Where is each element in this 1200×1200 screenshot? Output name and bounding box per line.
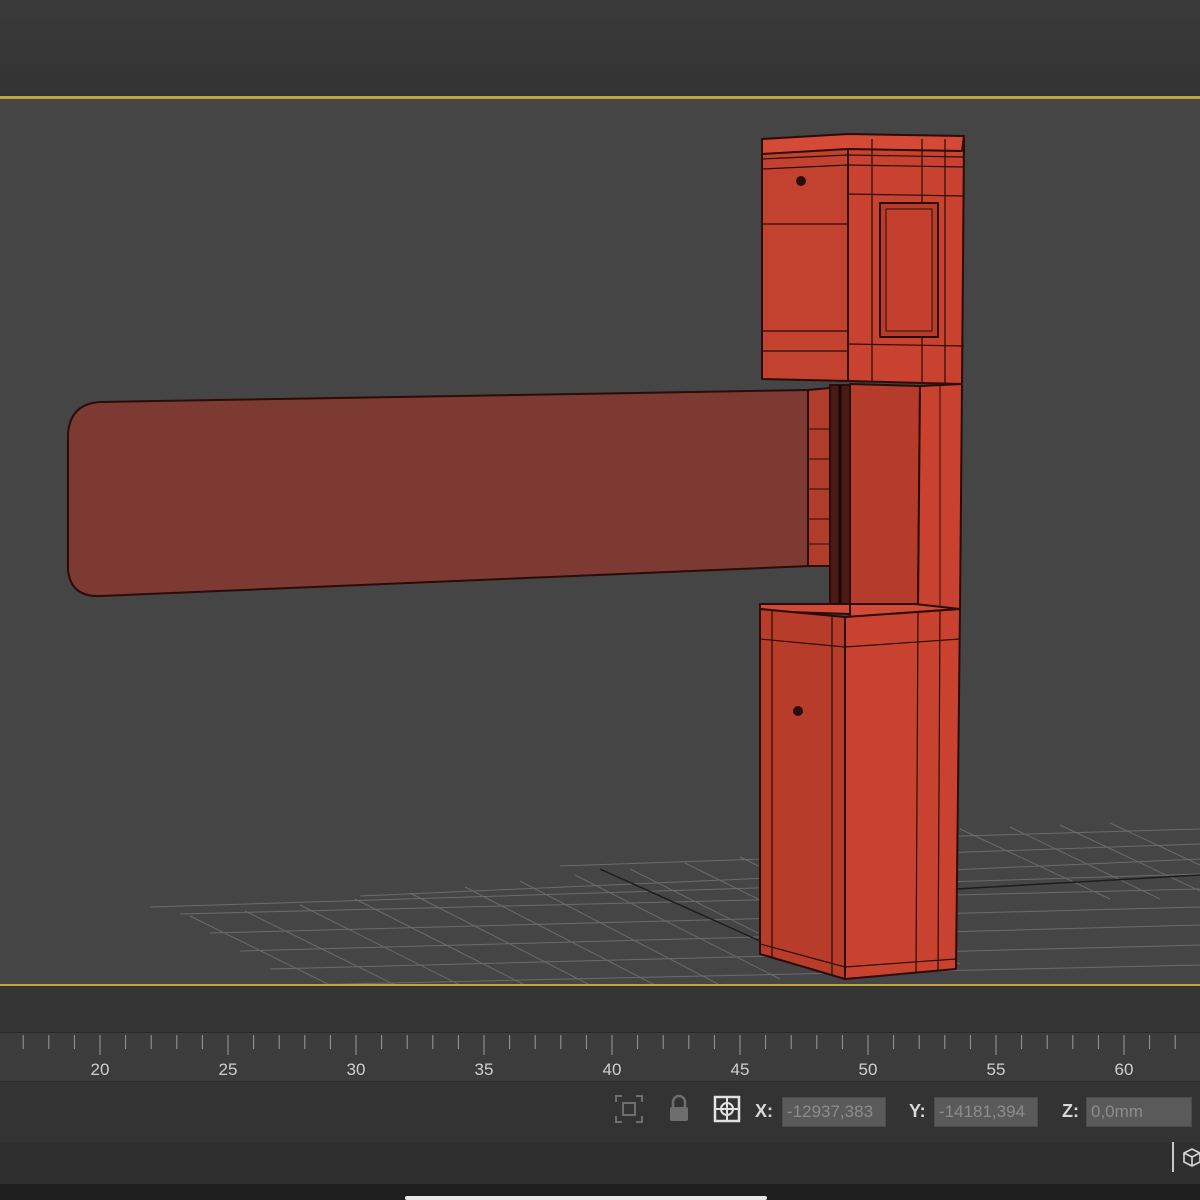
absolute-mode-icon[interactable]	[710, 1092, 744, 1126]
ground-grid	[149, 822, 1200, 984]
ruler-label: 55	[987, 1060, 1006, 1079]
time-ruler[interactable]: 20 25 30 35 40 45 50 55 60	[0, 1032, 1200, 1082]
ruler-label: 25	[219, 1060, 238, 1079]
z-coord-field[interactable]	[1086, 1097, 1192, 1127]
timeline-header	[0, 986, 1200, 1032]
time-ruler-ticks: 20 25 30 35 40 45 50 55 60	[22, 1035, 1176, 1079]
y-coord-label: Y:	[909, 1101, 926, 1121]
separator	[1172, 1142, 1174, 1172]
top-toolbar	[0, 0, 1200, 96]
x-coord-label: X:	[755, 1101, 773, 1121]
ruler-label: 60	[1115, 1060, 1134, 1079]
ruler-label: 35	[475, 1060, 494, 1079]
lock-icon[interactable]	[662, 1092, 696, 1126]
ruler-label: 30	[347, 1060, 366, 1079]
x-coord-field[interactable]	[782, 1097, 886, 1127]
viewport-scene	[67, 133, 1200, 984]
scroll-thumb[interactable]	[405, 1196, 767, 1200]
ruler-label: 40	[603, 1060, 622, 1079]
perspective-viewport[interactable]	[0, 96, 1200, 986]
selection-frame-icon[interactable]	[612, 1092, 646, 1126]
turnstile-model	[67, 133, 965, 980]
ruler-label: 50	[859, 1060, 878, 1079]
max-window: 20 25 30 35 40 45 50 55 60 X: -12937,383…	[0, 0, 1200, 1200]
ruler-label: 45	[731, 1060, 750, 1079]
ruler-label: 20	[91, 1060, 110, 1079]
z-coord-label: Z:	[1062, 1101, 1079, 1121]
viewcube-icon[interactable]	[1180, 1144, 1200, 1170]
y-coord-field[interactable]	[934, 1097, 1038, 1127]
